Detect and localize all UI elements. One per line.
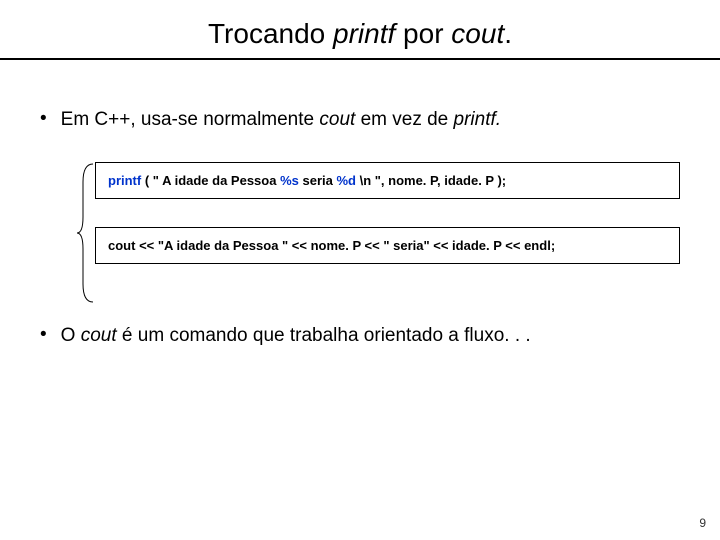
bullet-1-p2: em vez de [355, 109, 453, 130]
code1-kw: printf [108, 173, 141, 188]
code1-t2: seria [299, 173, 337, 188]
bullet-1-it1: cout [319, 109, 355, 130]
bullet-2-it1: cout [81, 325, 117, 346]
title-text-1: Trocando [208, 18, 333, 49]
bullet-1-p1: Em C++, usa-se normalmente [61, 109, 320, 130]
code1-t1: ( " A idade da Pessoa [141, 173, 280, 188]
brace-icon [75, 162, 95, 304]
bullet-1-text: Em C++, usa-se normalmente cout em vez d… [61, 108, 501, 132]
bullet-1: • Em C++, usa-se normalmente cout em vez… [40, 108, 680, 132]
code1-fmt1: %s [280, 173, 299, 188]
page-number: 9 [699, 516, 706, 530]
slide-title: Trocando printf por cout. [0, 0, 720, 58]
title-text-3: . [504, 18, 512, 49]
title-italic-2: cout [451, 18, 504, 49]
code2-kw: cout [108, 238, 135, 253]
code2-t2: ; [551, 238, 555, 253]
bullet-dot: • [40, 108, 47, 131]
title-italic-1: printf [333, 18, 395, 49]
bullet-1-it2: printf. [454, 109, 502, 130]
code1-fmt2: %d [336, 173, 356, 188]
bullet-2-text: O cout é um comando que trabalha orienta… [61, 324, 531, 348]
code-printf: printf ( " A idade da Pessoa %s seria %d… [95, 162, 680, 199]
code2-kw2: endl [524, 238, 551, 253]
bullet-2-p1: O [61, 325, 81, 346]
code-cout: cout << "A idade da Pessoa " << nome. P … [95, 227, 680, 264]
code-group: printf ( " A idade da Pessoa %s seria %d… [95, 162, 680, 264]
title-text-2: por [395, 18, 451, 49]
bullet-2-p2: é um comando que trabalha orientado a fl… [117, 325, 531, 346]
code1-t3: \n ", nome. P, idade. P ); [356, 173, 506, 188]
code2-t1: << "A idade da Pessoa " << nome. P << " … [135, 238, 524, 253]
slide-body: • Em C++, usa-se normalmente cout em vez… [0, 60, 720, 348]
bullet-2: • O cout é um comando que trabalha orien… [40, 324, 680, 348]
bullet-dot: • [40, 324, 47, 347]
